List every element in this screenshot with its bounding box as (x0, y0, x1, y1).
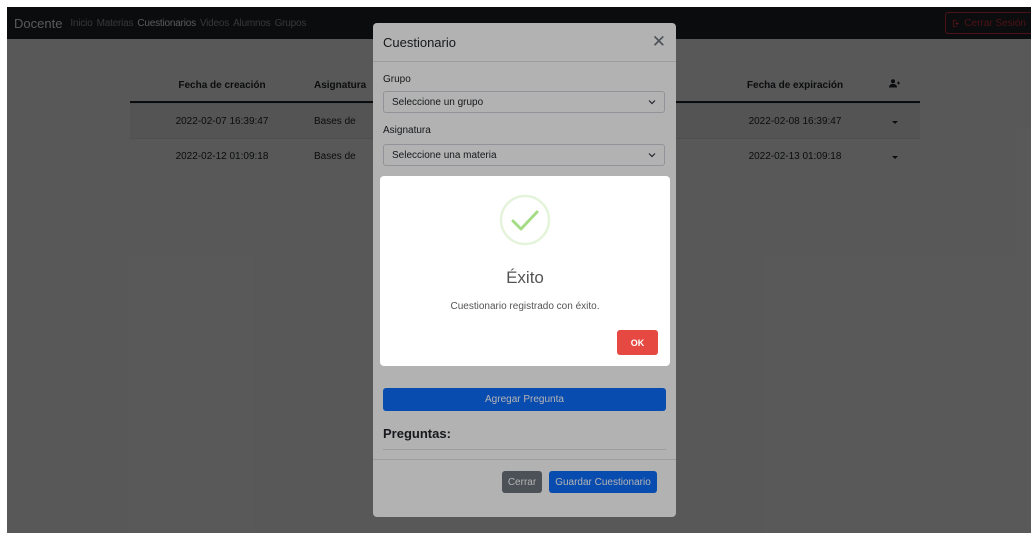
success-check-icon (499, 194, 551, 246)
alert-text: Cuestionario registrado con éxito. (450, 301, 600, 312)
success-alert: Éxito Cuestionario registrado con éxito.… (380, 176, 670, 366)
ok-button[interactable]: OK (617, 330, 658, 355)
app-frame: Docente Inicio Materias Cuestionarios Vi… (7, 7, 1031, 533)
alert-title: Éxito (506, 268, 544, 287)
